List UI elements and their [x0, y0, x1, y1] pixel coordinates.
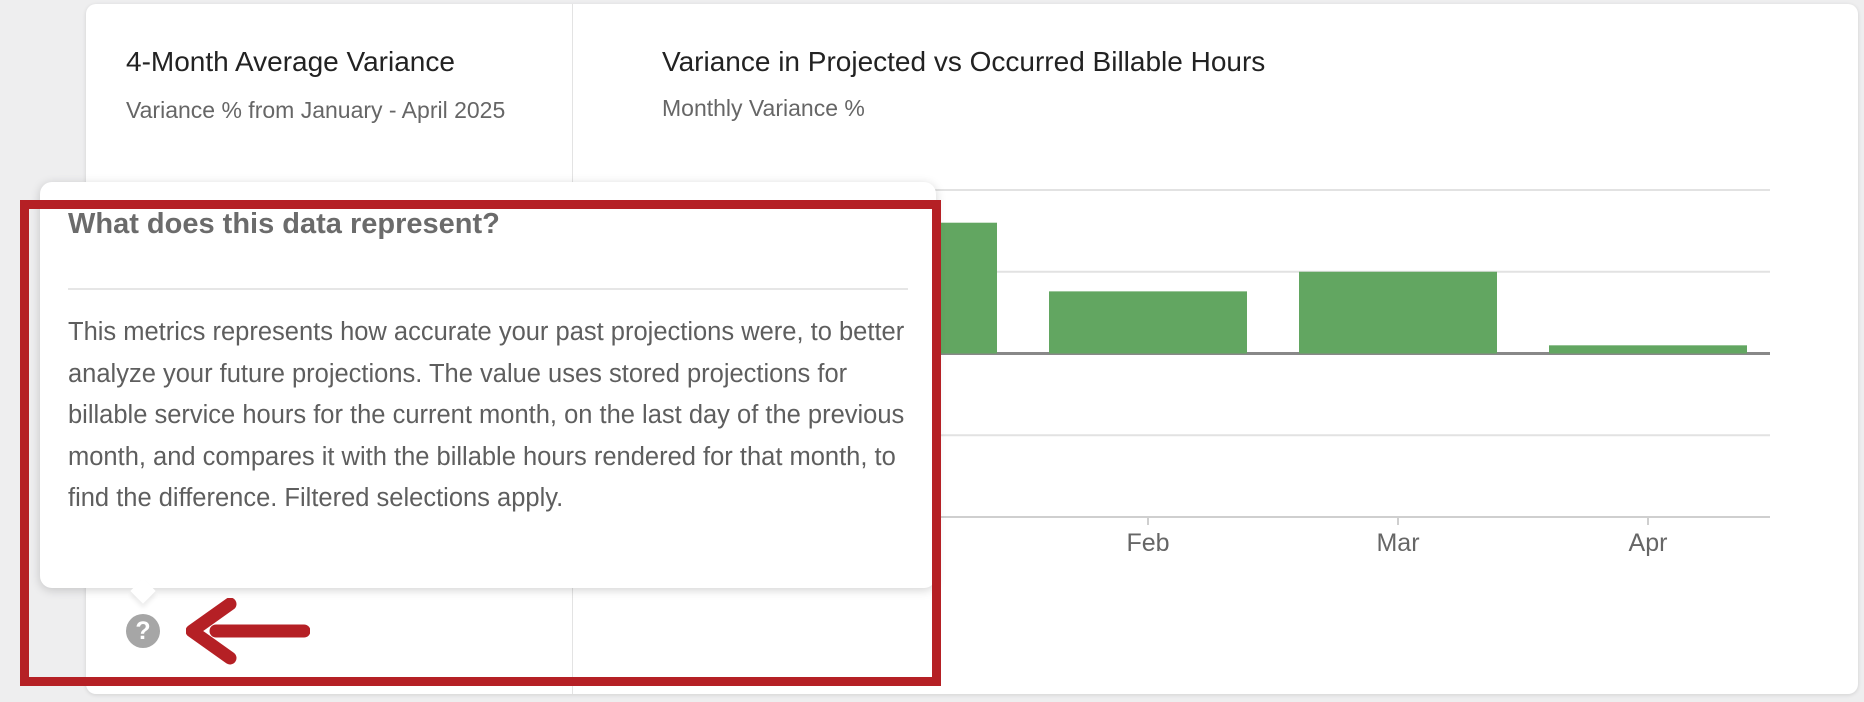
tooltip-title: What does this data represent? — [68, 208, 500, 240]
x-tick-label: Mar — [1376, 529, 1419, 557]
x-tick-label: Apr — [1629, 529, 1668, 557]
x-tick-label: Feb — [1126, 529, 1169, 557]
tooltip-body: This metrics represents how accurate you… — [68, 318, 905, 512]
question-circle-icon[interactable]: ? — [126, 614, 160, 648]
bar-apr — [1549, 345, 1747, 354]
bar-mar — [1299, 271, 1497, 354]
bar-feb — [1049, 291, 1247, 354]
tooltip-divider — [68, 288, 908, 290]
info-tooltip: What does this data represent? This metr… — [40, 182, 936, 588]
annotation-arrow-icon — [186, 598, 310, 665]
